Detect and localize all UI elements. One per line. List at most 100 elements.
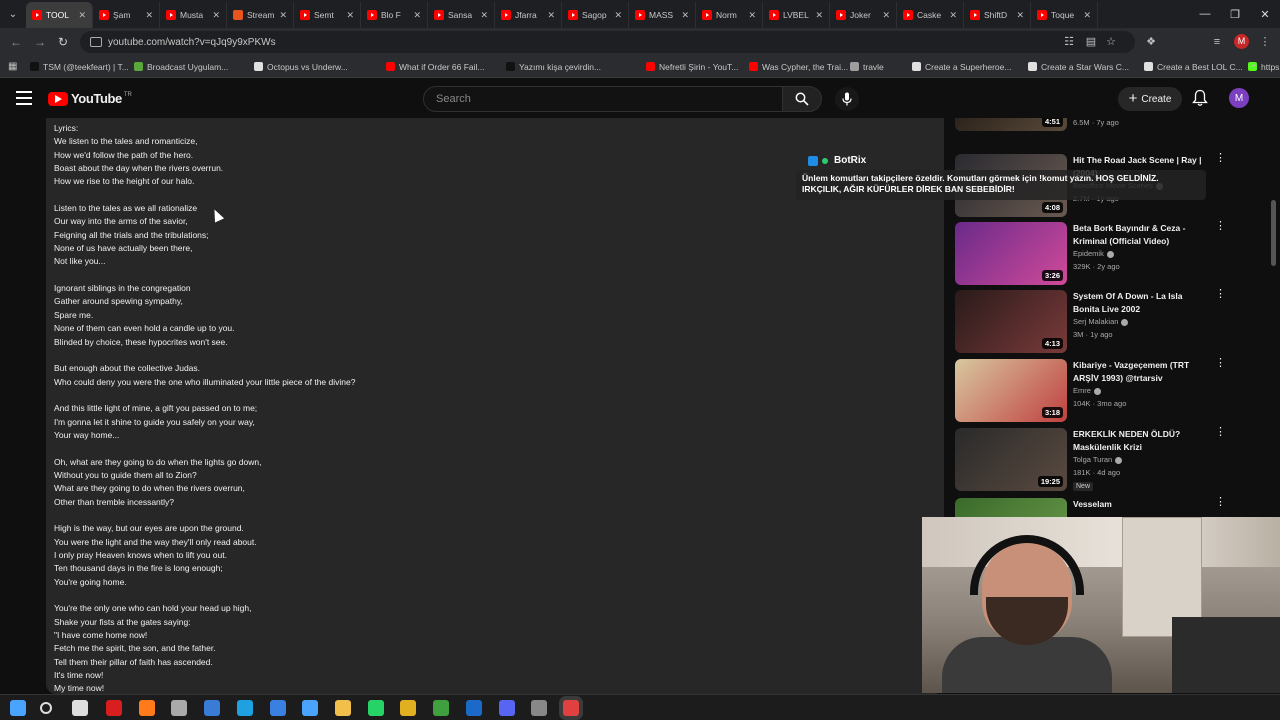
- bookmark-item[interactable]: Create a Star Wars C...: [1028, 62, 1144, 72]
- video-thumbnail[interactable]: 3:18: [955, 359, 1067, 422]
- browser-tab[interactable]: Toque ✕: [1031, 2, 1098, 28]
- chrome2-icon[interactable]: [433, 700, 449, 716]
- apps-grid-icon[interactable]: ▦: [8, 61, 17, 72]
- recommended-video[interactable]: 4:13 System Of A Down - La Isla Bonita Li…: [955, 289, 1230, 354]
- browser-tab[interactable]: Semt ✕: [294, 2, 361, 28]
- video-title[interactable]: Vesselam: [1073, 498, 1209, 511]
- video-title[interactable]: System Of A Down - La Isla Bonita Live 2…: [1073, 290, 1209, 315]
- tab-search-icon[interactable]: ⌄: [0, 0, 26, 28]
- tab-close-icon[interactable]: ✕: [949, 10, 957, 21]
- browser-tab[interactable]: Stream ✕: [227, 2, 294, 28]
- url-field[interactable]: youtube.com/watch?v=qJq9y9xPKWs: [80, 31, 1135, 53]
- video-thumbnail[interactable]: 4:51: [955, 118, 1067, 131]
- store-icon[interactable]: [204, 700, 220, 716]
- video-title[interactable]: ERKEKLİK NEDEN ÖLDÜ? Maskülenlik Krizi: [1073, 428, 1209, 453]
- downloads-icon[interactable]: ≡: [1210, 35, 1224, 49]
- bookmark-item[interactable]: Broadcast Uygulam...: [134, 62, 254, 72]
- account-avatar[interactable]: M: [1229, 88, 1249, 108]
- tab-close-icon[interactable]: ✕: [748, 10, 756, 21]
- app-grey-icon[interactable]: [531, 700, 547, 716]
- maximize-icon[interactable]: ❐: [1218, 0, 1252, 28]
- youtube-logo[interactable]: YouTube TR: [48, 91, 132, 106]
- tab-close-icon[interactable]: ✕: [681, 10, 689, 21]
- folder-icon[interactable]: [335, 700, 351, 716]
- browser-profile-avatar[interactable]: M: [1234, 34, 1249, 49]
- browser-tab[interactable]: Joker ✕: [830, 2, 897, 28]
- bookmark-star-icon[interactable]: ☆: [1104, 35, 1118, 49]
- notifications-bell-icon[interactable]: [1192, 89, 1210, 107]
- tab-close-icon[interactable]: ✕: [279, 10, 287, 21]
- voice-search-button[interactable]: [835, 87, 859, 111]
- bookmark-item[interactable]: Yazımı kişa çevirdin...: [506, 62, 646, 72]
- browser-tab[interactable]: Sagop ✕: [562, 2, 629, 28]
- cast-icon[interactable]: ▤: [1084, 35, 1098, 49]
- bookmark-item[interactable]: Create a Superheroe...: [912, 62, 1028, 72]
- search-button[interactable]: [782, 86, 822, 112]
- tab-close-icon[interactable]: ✕: [346, 10, 354, 21]
- chrome-icon[interactable]: [400, 700, 416, 716]
- video-thumbnail[interactable]: 3:26: [955, 222, 1067, 285]
- channel-name[interactable]: Emre: [1073, 386, 1101, 395]
- tab-close-icon[interactable]: ✕: [212, 10, 220, 21]
- menu-icon[interactable]: [16, 91, 32, 105]
- more-actions-icon[interactable]: ⋮: [1215, 221, 1226, 232]
- create-button[interactable]: + Create: [1118, 87, 1182, 111]
- recommended-video[interactable]: 3:18 Kibariye - Vazgeçemem (TRT ARŞİV 199…: [955, 358, 1230, 423]
- browser-tab[interactable]: LVBEL ✕: [763, 2, 830, 28]
- tab-close-icon[interactable]: ✕: [480, 10, 488, 21]
- tab-close-icon[interactable]: ✕: [1016, 10, 1024, 21]
- tab-close-icon[interactable]: ✕: [1083, 10, 1091, 21]
- edge-icon[interactable]: [237, 700, 253, 716]
- chrome-active-icon[interactable]: [563, 700, 579, 716]
- steam-icon[interactable]: [466, 700, 482, 716]
- video-thumbnail[interactable]: 4:13: [955, 290, 1067, 353]
- browser-tab[interactable]: Musta ✕: [160, 2, 227, 28]
- recommended-video[interactable]: 3:26 Beta Bork Bayındır & Ceza - Kriminal…: [955, 221, 1230, 286]
- firefox-icon[interactable]: [139, 700, 155, 716]
- extensions-icon[interactable]: ❖: [1144, 35, 1158, 49]
- bookmark-item[interactable]: Octopus vs Underw...: [254, 62, 386, 72]
- more-actions-icon[interactable]: ⋮: [1215, 358, 1226, 369]
- video-title[interactable]: Beta Bork Bayındır & Ceza - Kriminal (Of…: [1073, 222, 1209, 247]
- recommended-video[interactable]: 4:51 6.5M · 7y ago: [955, 118, 1230, 132]
- bookmark-item[interactable]: travle: [850, 62, 912, 72]
- task-view-icon[interactable]: [72, 700, 88, 716]
- bookmark-item[interactable]: What if Order 66 Fail...: [386, 62, 506, 72]
- reload-icon[interactable]: ↻: [53, 32, 73, 52]
- search-input[interactable]: Search: [423, 86, 783, 112]
- browser-tab[interactable]: Sansa ✕: [428, 2, 495, 28]
- bookmark-item[interactable]: TSM (@teekfeart) | T...: [30, 62, 134, 72]
- tab-close-icon[interactable]: ✕: [614, 10, 622, 21]
- discord-icon[interactable]: [499, 700, 515, 716]
- site-info-icon[interactable]: [90, 37, 102, 47]
- browser-tab[interactable]: Norm ✕: [696, 2, 763, 28]
- windows-start-icon[interactable]: [10, 700, 26, 716]
- browser-menu-icon[interactable]: ⋮: [1258, 35, 1272, 49]
- tab-close-icon[interactable]: ✕: [547, 10, 555, 21]
- more-actions-icon[interactable]: ⋮: [1215, 427, 1226, 438]
- more-actions-icon[interactable]: ⋮: [1215, 289, 1226, 300]
- whatsapp-icon[interactable]: [368, 700, 384, 716]
- video-thumbnail[interactable]: 19:25: [955, 428, 1067, 491]
- bookmark-item[interactable]: Create a Best LOL C...: [1144, 62, 1248, 72]
- app-blue2-icon[interactable]: [302, 700, 318, 716]
- tab-close-icon[interactable]: ✕: [815, 10, 823, 21]
- browser-tab[interactable]: TOOL ✕: [26, 2, 93, 28]
- app-icon[interactable]: [171, 700, 187, 716]
- tab-close-icon[interactable]: ✕: [882, 10, 890, 21]
- back-icon[interactable]: ←: [6, 32, 26, 52]
- forward-icon[interactable]: →: [30, 32, 50, 52]
- translate-icon[interactable]: ☷: [1062, 35, 1076, 49]
- more-actions-icon[interactable]: ⋮: [1215, 153, 1226, 164]
- bookmark-item[interactable]: Was Cypher, the Trai...: [749, 62, 850, 72]
- browser-tab[interactable]: Şam ✕: [93, 2, 160, 28]
- channel-name[interactable]: Serj Malakian: [1073, 317, 1129, 326]
- search-icon[interactable]: [40, 702, 52, 714]
- browser-tab[interactable]: MASS ✕: [629, 2, 696, 28]
- recommended-video[interactable]: 19:25 ERKEKLİK NEDEN ÖLDÜ? Maskülenlik Kr…: [955, 427, 1230, 492]
- browser-tab[interactable]: Caske ✕: [897, 2, 964, 28]
- opera-icon[interactable]: [106, 700, 122, 716]
- app-blue-icon[interactable]: [270, 700, 286, 716]
- bookmark-item[interactable]: Nefretli Şirin - YouT...: [646, 62, 749, 72]
- channel-name[interactable]: Tolga Turan: [1073, 455, 1123, 464]
